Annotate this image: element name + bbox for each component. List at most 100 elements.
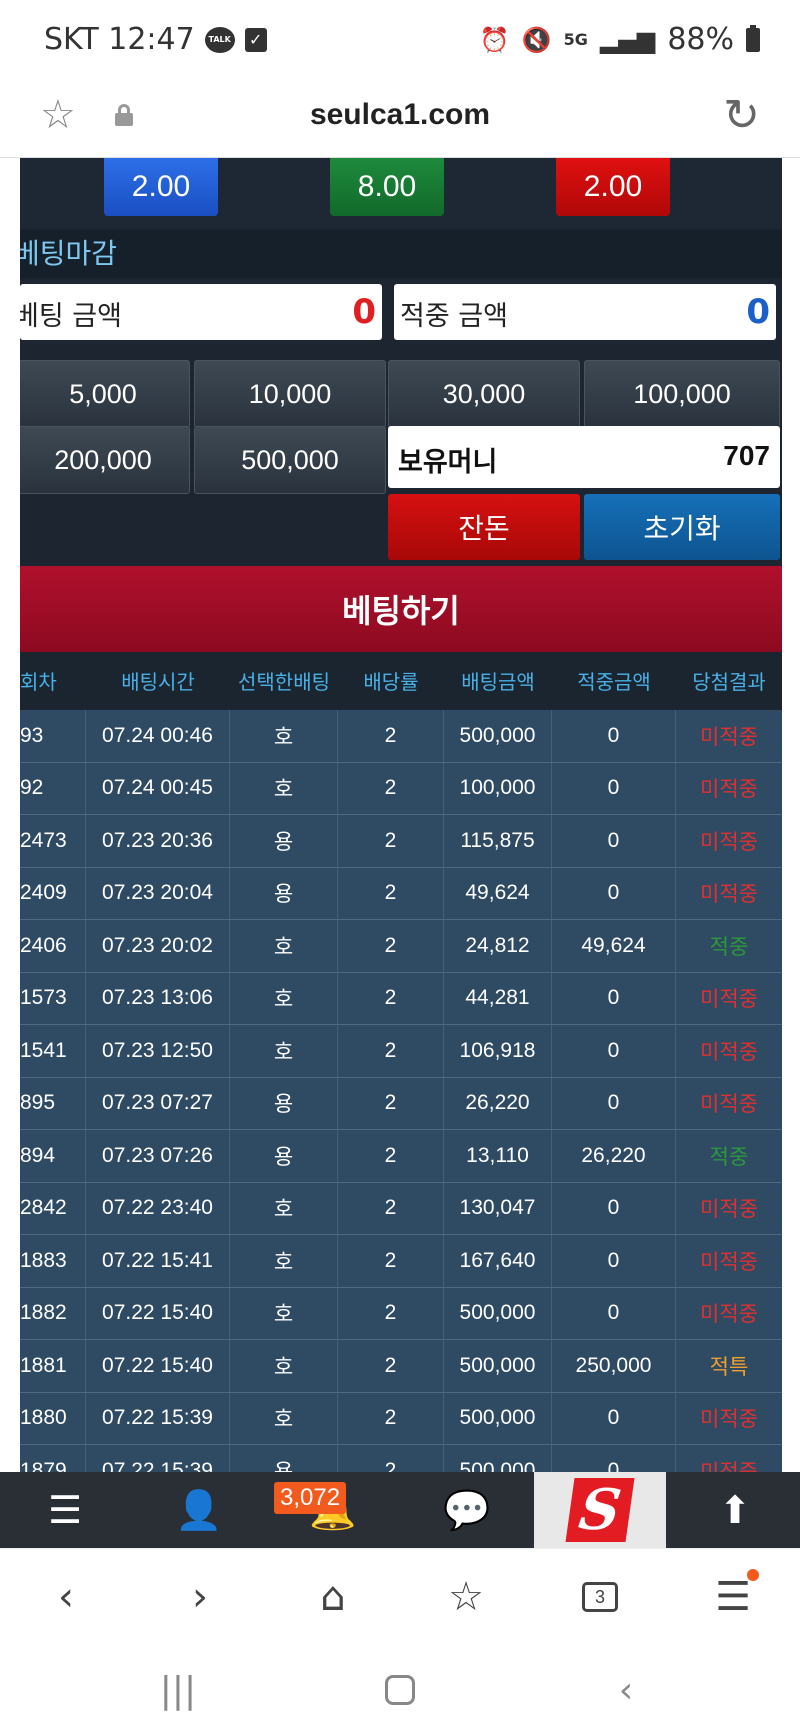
cell-bet-amount: 13,110 bbox=[444, 1130, 552, 1182]
cell-result: 적중 bbox=[709, 1144, 749, 1169]
header-bet-amount: 배팅금액 bbox=[461, 669, 535, 694]
back-icon[interactable]: ‹ bbox=[36, 1569, 96, 1625]
cell-result: 미적중 bbox=[700, 1249, 758, 1274]
site-logo[interactable]: S bbox=[534, 1472, 666, 1548]
checkbox-notification-icon: ✓ bbox=[244, 27, 267, 52]
cell-bet-amount: 500,000 bbox=[444, 1392, 552, 1444]
odds-tie-button[interactable]: 8.00 bbox=[330, 158, 444, 216]
cell-odds: 2 bbox=[338, 1077, 444, 1129]
table-row: 1541 07.23 12:50 호 2 106,918 0 미적중 bbox=[20, 1025, 782, 1078]
cell-result: 미적중 bbox=[700, 1039, 758, 1064]
cell-bet-amount: 100,000 bbox=[444, 762, 552, 814]
chip-10000-button[interactable]: 10,000 bbox=[194, 360, 386, 428]
notification-badge: 3,072 bbox=[274, 1482, 347, 1514]
cell-bet-amount: 500,000 bbox=[444, 1445, 552, 1472]
cell-round: 1879 bbox=[20, 1445, 86, 1472]
battery-icon bbox=[746, 24, 760, 52]
cell-round: 2842 bbox=[20, 1182, 86, 1234]
cell-bet-time: 07.24 00:46 bbox=[86, 710, 230, 762]
cell-selected-bet: 용 bbox=[230, 867, 338, 919]
browser-menu-icon[interactable]: ☰ bbox=[703, 1569, 763, 1625]
cell-win-amount: 0 bbox=[552, 1287, 676, 1339]
chip-500000-button[interactable]: 500,000 bbox=[194, 426, 386, 494]
status-left: SKT 12:47 TALK ✓ bbox=[44, 22, 267, 57]
cell-selected-bet: 호 bbox=[230, 1235, 338, 1287]
cell-odds: 2 bbox=[338, 867, 444, 919]
cell-result: 미적중 bbox=[700, 1302, 758, 1327]
odds-banker-button[interactable]: 2.00 bbox=[556, 158, 670, 216]
system-back-icon[interactable]: ‹ bbox=[596, 1668, 656, 1712]
chat-icon[interactable]: 💬 bbox=[402, 1472, 532, 1548]
cell-selected-bet: 호 bbox=[230, 972, 338, 1024]
history-table-body: 93 07.24 00:46 호 2 500,000 0 미적중 92 07.24 00:45 호… bbox=[20, 710, 782, 1472]
holding-money-label: 보유머니 bbox=[398, 447, 498, 478]
cell-win-amount: 0 bbox=[552, 1445, 676, 1472]
cell-odds: 2 bbox=[338, 1235, 444, 1287]
cell-odds: 2 bbox=[338, 1025, 444, 1077]
cell-selected-bet: 호 bbox=[230, 1287, 338, 1339]
bet-amount-value: 0 bbox=[352, 292, 376, 332]
chip-30000-button[interactable]: 30,000 bbox=[388, 360, 580, 428]
header-selected-bet: 선택한배팅 bbox=[238, 669, 330, 694]
cell-bet-amount: 130,047 bbox=[444, 1182, 552, 1234]
browser-toolbar: ‹ › ⌂ ☆ 3 ☰ bbox=[0, 1548, 800, 1644]
cell-bet-time: 07.23 07:27 bbox=[86, 1077, 230, 1129]
table-row: 2473 07.23 20:36 용 2 115,875 0 미적중 bbox=[20, 815, 782, 868]
cell-result: 미적중 bbox=[700, 724, 758, 749]
chip-100000-button[interactable]: 100,000 bbox=[584, 360, 780, 428]
betting-status: 베팅마감 bbox=[20, 230, 782, 278]
cell-bet-amount: 24,812 bbox=[444, 920, 552, 972]
tabs-icon[interactable]: 3 bbox=[570, 1569, 630, 1625]
cell-selected-bet: 호 bbox=[230, 1392, 338, 1444]
cell-bet-time: 07.23 20:02 bbox=[86, 920, 230, 972]
cell-win-amount: 0 bbox=[552, 1025, 676, 1077]
cell-result: 미적중 bbox=[700, 1459, 758, 1472]
history-table-header: 회차 배팅시간 선택한배팅 배당률 배팅금액 적중금액 당첨결과 bbox=[20, 652, 782, 708]
menu-notification-dot bbox=[747, 1569, 759, 1581]
cell-bet-amount: 500,000 bbox=[444, 710, 552, 762]
arrow-up-icon[interactable]: ⬆ bbox=[670, 1472, 800, 1548]
home-icon[interactable]: ⌂ bbox=[303, 1569, 363, 1625]
cell-selected-bet: 호 bbox=[230, 710, 338, 762]
table-row: 2406 07.23 20:02 호 2 24,812 49,624 적중 bbox=[20, 920, 782, 973]
cell-round: 1881 bbox=[20, 1340, 86, 1392]
bookmarks-icon[interactable]: ☆ bbox=[436, 1569, 496, 1625]
cell-result: 미적중 bbox=[700, 1197, 758, 1222]
logo-letter: S bbox=[565, 1477, 635, 1543]
chip-5000-button[interactable]: 5,000 bbox=[20, 360, 190, 428]
cell-result: 적특 bbox=[709, 1354, 749, 1379]
cell-result: 미적중 bbox=[700, 1092, 758, 1117]
cell-selected-bet: 용 bbox=[230, 1130, 338, 1182]
reload-icon[interactable]: ↻ bbox=[723, 90, 760, 141]
bet-amount-box: 베팅 금액 0 bbox=[20, 284, 382, 340]
recents-icon[interactable]: ||| bbox=[148, 1668, 208, 1712]
win-amount-box: 적중 금액 0 bbox=[394, 284, 776, 340]
cell-result: 미적중 bbox=[700, 777, 758, 802]
change-button[interactable]: 잔돈 bbox=[388, 494, 580, 560]
menu-icon[interactable]: ☰ bbox=[0, 1472, 130, 1548]
url-text[interactable]: seulca1.com bbox=[0, 98, 800, 132]
cell-result: 미적중 bbox=[700, 829, 758, 854]
table-row: 1881 07.22 15:40 호 2 500,000 250,000 적특 bbox=[20, 1340, 782, 1393]
cell-round: 894 bbox=[20, 1130, 86, 1182]
table-row: 2842 07.22 23:40 호 2 130,047 0 미적중 bbox=[20, 1182, 782, 1235]
reset-button[interactable]: 초기화 bbox=[584, 494, 780, 560]
cell-odds: 2 bbox=[338, 710, 444, 762]
header-win-amount: 적중금액 bbox=[577, 669, 651, 694]
odds-player-button[interactable]: 2.00 bbox=[104, 158, 218, 216]
user-icon[interactable]: 👤 bbox=[134, 1472, 264, 1548]
chip-200000-button[interactable]: 200,000 bbox=[20, 426, 190, 494]
table-row: 895 07.23 07:27 용 2 26,220 0 미적중 bbox=[20, 1077, 782, 1130]
cell-win-amount: 0 bbox=[552, 1235, 676, 1287]
cell-bet-amount: 49,624 bbox=[444, 867, 552, 919]
holding-money-box: 보유머니 707 bbox=[388, 426, 780, 488]
cell-round: 92 bbox=[20, 762, 86, 814]
cell-selected-bet: 호 bbox=[230, 1025, 338, 1077]
cell-win-amount: 0 bbox=[552, 815, 676, 867]
system-home-icon[interactable] bbox=[370, 1668, 430, 1712]
table-row: 1883 07.22 15:41 호 2 167,640 0 미적중 bbox=[20, 1235, 782, 1288]
forward-icon[interactable]: › bbox=[170, 1569, 230, 1625]
network-5g-icon: 5G bbox=[563, 30, 588, 49]
place-bet-button[interactable]: 베팅하기 bbox=[20, 566, 782, 652]
table-row: 92 07.24 00:45 호 2 100,000 0 미적중 bbox=[20, 762, 782, 815]
